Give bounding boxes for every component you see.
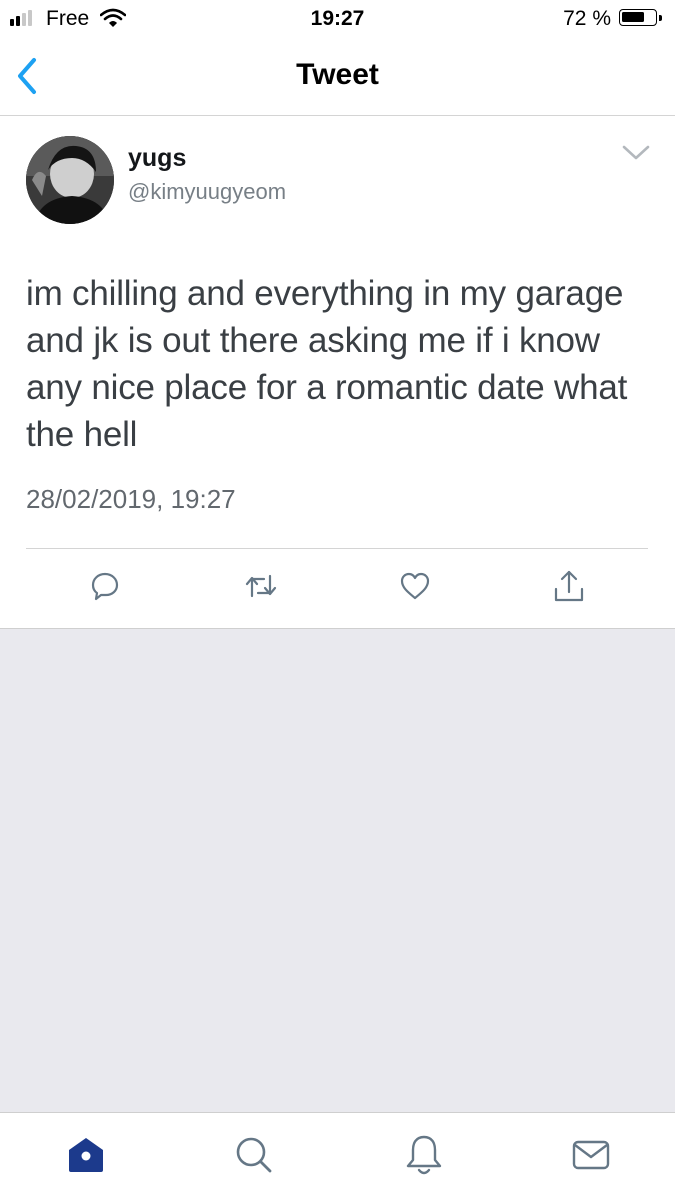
- home-icon: [69, 1138, 103, 1172]
- status-bar: Free 19:27 72 %: [0, 0, 675, 40]
- reply-icon: [91, 572, 119, 601]
- search-icon: [236, 1137, 272, 1173]
- envelope-icon: [572, 1140, 610, 1170]
- tweet-card: yugs @kimyuugyeom im chilling and everyt…: [0, 116, 675, 629]
- empty-content-area: [0, 629, 675, 1112]
- tweet-options-button[interactable]: [620, 142, 652, 164]
- share-button[interactable]: [547, 564, 591, 608]
- tab-bar: [0, 1112, 675, 1201]
- tab-home[interactable]: [62, 1131, 110, 1179]
- tweet-text: im chilling and everything in my garage …: [26, 274, 628, 454]
- user-handle[interactable]: @kimyuugyeom: [128, 179, 286, 205]
- retweet-button[interactable]: [239, 564, 283, 608]
- display-name[interactable]: yugs: [128, 144, 186, 173]
- like-button[interactable]: [393, 564, 437, 608]
- tab-search[interactable]: [230, 1131, 278, 1179]
- share-icon: [554, 570, 584, 602]
- battery-icon: [619, 9, 657, 26]
- battery-tip: [659, 15, 662, 21]
- battery-percentage: 72 %: [563, 7, 611, 30]
- chevron-down-icon: [622, 145, 650, 160]
- bell-icon: [406, 1135, 442, 1175]
- battery-level-fill: [622, 12, 644, 22]
- tab-notifications[interactable]: [400, 1131, 448, 1179]
- page-title: Tweet: [296, 58, 379, 91]
- heart-icon: [400, 572, 430, 600]
- tab-messages[interactable]: [567, 1131, 615, 1179]
- avatar[interactable]: [26, 136, 114, 224]
- avatar-image: [26, 136, 114, 224]
- divider: [26, 548, 648, 549]
- retweet-icon: [245, 574, 277, 598]
- navigation-bar: Tweet: [0, 40, 675, 116]
- tweet-timestamp: 28/02/2019, 19:27: [26, 484, 236, 514]
- reply-button[interactable]: [83, 564, 127, 608]
